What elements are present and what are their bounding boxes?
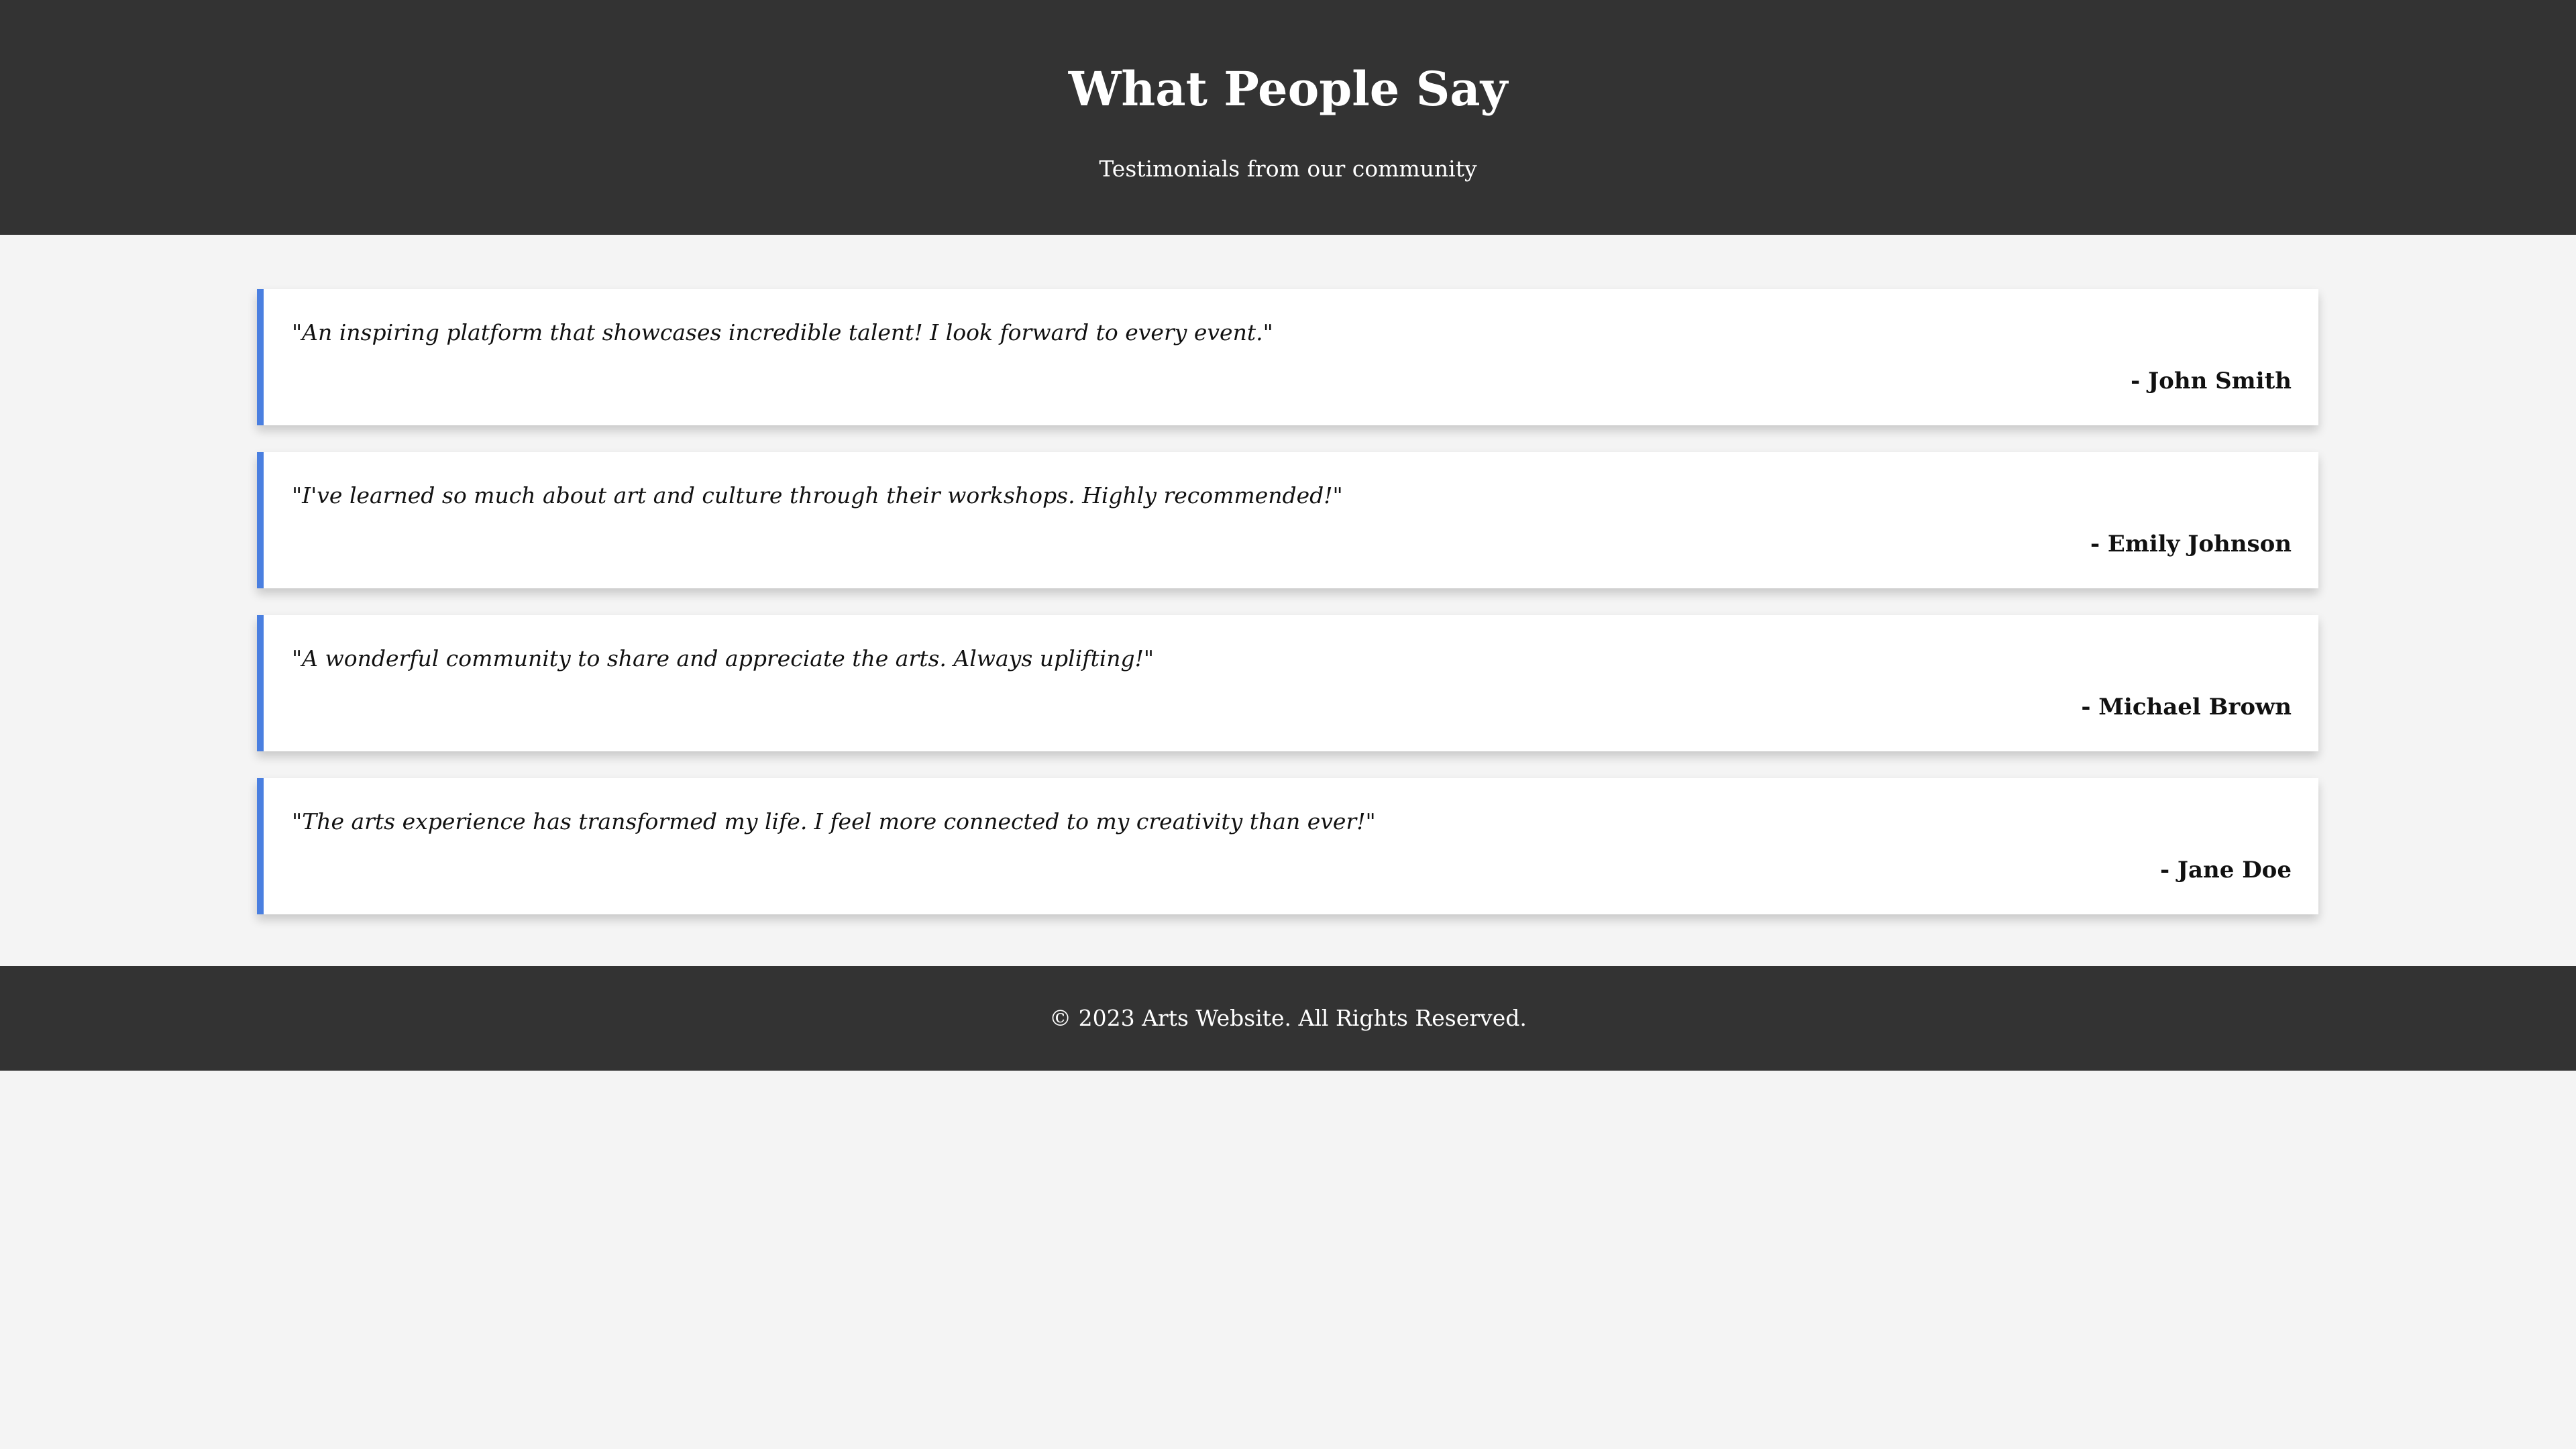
testimonial-card: "An inspiring platform that showcases in… xyxy=(257,289,2318,425)
site-footer: © 2023 Arts Website. All Rights Reserved… xyxy=(0,966,2576,1071)
testimonial-author: - Michael Brown xyxy=(2081,694,2292,720)
site-header: What People Say Testimonials from our co… xyxy=(0,0,2576,235)
page-title: What People Say xyxy=(1068,61,1508,117)
testimonial-author: - Jane Doe xyxy=(2159,857,2292,883)
testimonial-author: - Emily Johnson xyxy=(2090,531,2292,557)
testimonial-quote: "I've learned so much about art and cult… xyxy=(292,482,1343,508)
testimonial-quote: "An inspiring platform that showcases in… xyxy=(292,319,1273,345)
testimonials-list: "An inspiring platform that showcases in… xyxy=(257,289,2318,941)
testimonial-author: - John Smith xyxy=(2131,368,2292,394)
page-subtitle: Testimonials from our community xyxy=(1099,156,1477,182)
footer-copyright: © 2023 Arts Website. All Rights Reserved… xyxy=(1049,1005,1527,1031)
testimonial-quote: "A wonderful community to share and appr… xyxy=(292,645,1155,672)
testimonial-quote: "The arts experience has transformed my … xyxy=(292,808,1376,835)
testimonial-card: "The arts experience has transformed my … xyxy=(257,778,2318,914)
testimonial-card: "I've learned so much about art and cult… xyxy=(257,452,2318,588)
testimonial-card: "A wonderful community to share and appr… xyxy=(257,615,2318,751)
